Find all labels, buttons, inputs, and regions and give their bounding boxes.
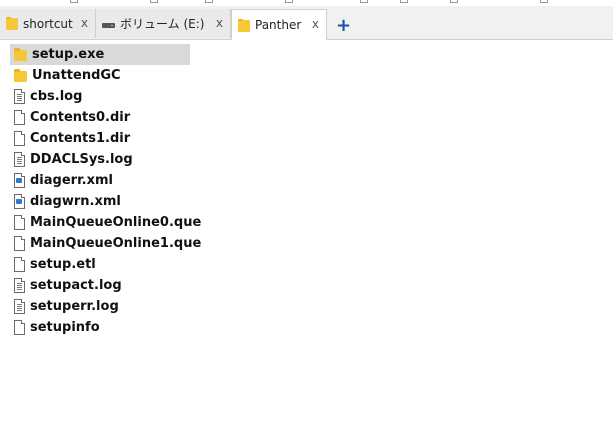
xml-file-icon [14,173,25,188]
file-name: setupact.log [30,278,122,293]
file-name: DDACLSys.log [30,152,133,167]
file-item[interactable]: setup.exe [10,44,190,65]
file-item[interactable]: UnattendGC [10,65,190,86]
text-file-icon [14,278,25,293]
file-item[interactable]: setupact.log [10,275,190,296]
close-icon[interactable]: x [216,16,223,30]
file-name: setuperr.log [30,299,119,314]
file-name: MainQueueOnline0.que [30,215,202,230]
file-name: Contents1.dir [30,131,131,146]
file-icon [14,236,25,251]
file-icon [14,215,25,230]
file-item[interactable]: Contents0.dir [10,107,190,128]
xml-file-icon [14,194,25,209]
tab-volume-e[interactable]: ボリューム (E:) x [96,9,231,38]
file-name: UnattendGC [32,68,121,83]
file-item[interactable]: DDACLSys.log [10,149,190,170]
drive-icon [102,22,115,28]
close-icon[interactable]: x [81,16,88,30]
tab-panther[interactable]: Panther x [231,9,327,40]
tab-shortcut[interactable]: shortcut x [0,9,96,38]
file-icon [14,131,25,146]
file-name: diagerr.xml [30,173,113,188]
tab-label: ボリューム (E:) [120,17,205,31]
file-name: cbs.log [30,89,83,104]
file-icon [14,110,25,125]
file-name: setupinfo [30,320,100,335]
file-item[interactable]: setuperr.log [10,296,190,317]
close-icon[interactable]: x [312,17,319,31]
file-list: setup.exe UnattendGC cbs.log Contents0.dir C… [10,44,430,338]
file-item[interactable]: cbs.log [10,86,190,107]
add-tab-button[interactable]: + [336,17,351,35]
file-name: MainQueueOnline1.que [30,236,202,251]
tab-label: Panther [255,18,302,32]
folder-icon [238,18,250,32]
folder-icon [14,69,27,82]
file-item[interactable]: diagwrn.xml [10,191,190,212]
file-name: Contents0.dir [30,110,131,125]
file-name: setup.etl [30,257,96,272]
text-file-icon [14,89,25,104]
tab-label: shortcut [23,16,73,31]
file-item[interactable]: setupinfo [10,317,190,338]
text-file-icon [14,299,25,314]
text-file-icon [14,152,25,167]
tab-bar: shortcut x ボリューム (E:) x Panther x + [0,6,613,40]
file-item[interactable]: setup.etl [10,254,190,275]
folder-icon [14,48,27,61]
file-icon [14,257,25,272]
file-item[interactable]: diagerr.xml [10,170,190,191]
file-item[interactable]: MainQueueOnline1.que [10,233,201,254]
file-item[interactable]: Contents1.dir [10,128,190,149]
file-icon [14,320,25,335]
folder-icon [6,17,18,30]
file-name: setup.exe [32,47,105,62]
file-item[interactable]: MainQueueOnline0.que [10,212,201,233]
file-name: diagwrn.xml [30,194,121,209]
